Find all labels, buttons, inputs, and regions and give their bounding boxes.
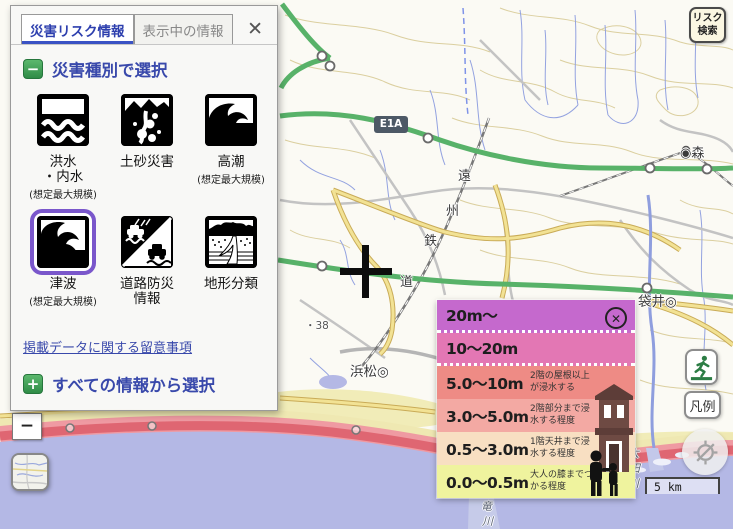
map-crosshair xyxy=(340,245,392,298)
disaster-risk-panel: 災害リスク情報 表示中の情報 ✕ − 災害種別で選択 洪水・内水 (想定最大規模… xyxy=(10,5,278,411)
panel-close-button[interactable]: ✕ xyxy=(241,18,269,44)
map-label-railway-char: 州 xyxy=(446,200,459,219)
map-label-railway-char: 鉄 xyxy=(424,230,437,249)
legend-row: 10〜20m xyxy=(437,333,635,366)
running-person-icon xyxy=(689,353,714,381)
lake xyxy=(319,375,347,389)
scale-bar: 5 km xyxy=(645,477,720,494)
current-location-button[interactable] xyxy=(682,429,728,475)
section-title-by-type: 災害種別で選択 xyxy=(52,57,168,81)
legend-toggle-button[interactable]: 凡例 xyxy=(684,391,721,419)
data-notice-link[interactable]: 掲載データに関する留意事項 xyxy=(23,337,192,356)
location-crosshair-icon xyxy=(692,439,719,466)
expand-icon[interactable]: + xyxy=(23,374,43,394)
map-label-hamamatsu: 浜松◎ xyxy=(350,360,389,380)
tab-displayed-info[interactable]: 表示中の情報 xyxy=(134,14,233,44)
tsunami-depth-legend: ✕ 20m〜 10〜20m 5.0〜10m 2階の屋根以上が浸水する 3.0〜5… xyxy=(437,300,635,498)
evacuation-button[interactable] xyxy=(685,349,718,385)
map-label-tenryu-river-char: 川 xyxy=(482,513,493,529)
landform-icon xyxy=(205,216,257,268)
legend-close-button[interactable]: ✕ xyxy=(605,307,627,329)
disaster-item-landslide[interactable]: 土砂災害 xyxy=(105,87,189,209)
hazard-map-app: E1A ◉森 袋井◎ 浜松◎ ・38 遠 州 鉄 道 太 田 川 竜 川 災害リ… xyxy=(0,0,733,529)
disaster-item-tsunami[interactable]: 津波 (想定最大規模) xyxy=(21,209,105,331)
minimap-thumbnail xyxy=(13,455,47,489)
map-label-tenryu-river-char: 竜 xyxy=(481,498,492,514)
tab-disaster-risk-info[interactable]: 災害リスク情報 xyxy=(21,14,134,44)
panel-tabs: 災害リスク情報 表示中の情報 ✕ xyxy=(11,6,277,45)
storm-surge-icon xyxy=(205,94,257,146)
disaster-item-flood[interactable]: 洪水・内水 (想定最大規模) xyxy=(21,87,105,209)
tsunami-icon xyxy=(37,216,89,268)
disaster-item-landform[interactable]: 地形分類 xyxy=(189,209,273,331)
route-badge-e1a: E1A xyxy=(374,116,408,133)
risk-search-button[interactable]: リスク 検索 xyxy=(689,7,726,43)
overview-map-button[interactable] xyxy=(11,453,49,491)
disaster-item-road-disaster[interactable]: 道路防災情報 xyxy=(105,209,189,331)
map-label-elevation: ・38 xyxy=(305,318,329,333)
map-label-railway-char: 道 xyxy=(400,271,413,290)
map-label-railway-char: 遠 xyxy=(458,165,471,184)
collapse-icon[interactable]: − xyxy=(23,59,43,79)
people-icon xyxy=(585,450,621,501)
disaster-icon-grid: 洪水・内水 (想定最大規模) 土砂災害 xyxy=(11,81,277,331)
zoom-out-button[interactable]: − xyxy=(12,413,42,440)
disaster-item-storm-surge[interactable]: 高潮 (想定最大規模) xyxy=(189,87,273,209)
road-disaster-icon xyxy=(121,216,173,268)
section-title-all-info: すべての情報から選択 xyxy=(52,372,215,396)
landslide-icon xyxy=(121,94,173,146)
flood-icon xyxy=(37,94,89,146)
map-label-fukuroi: 袋井◎ xyxy=(638,290,677,310)
tsunami-selected-frame xyxy=(30,209,96,275)
map-label-mori: ◉森 xyxy=(680,142,704,161)
